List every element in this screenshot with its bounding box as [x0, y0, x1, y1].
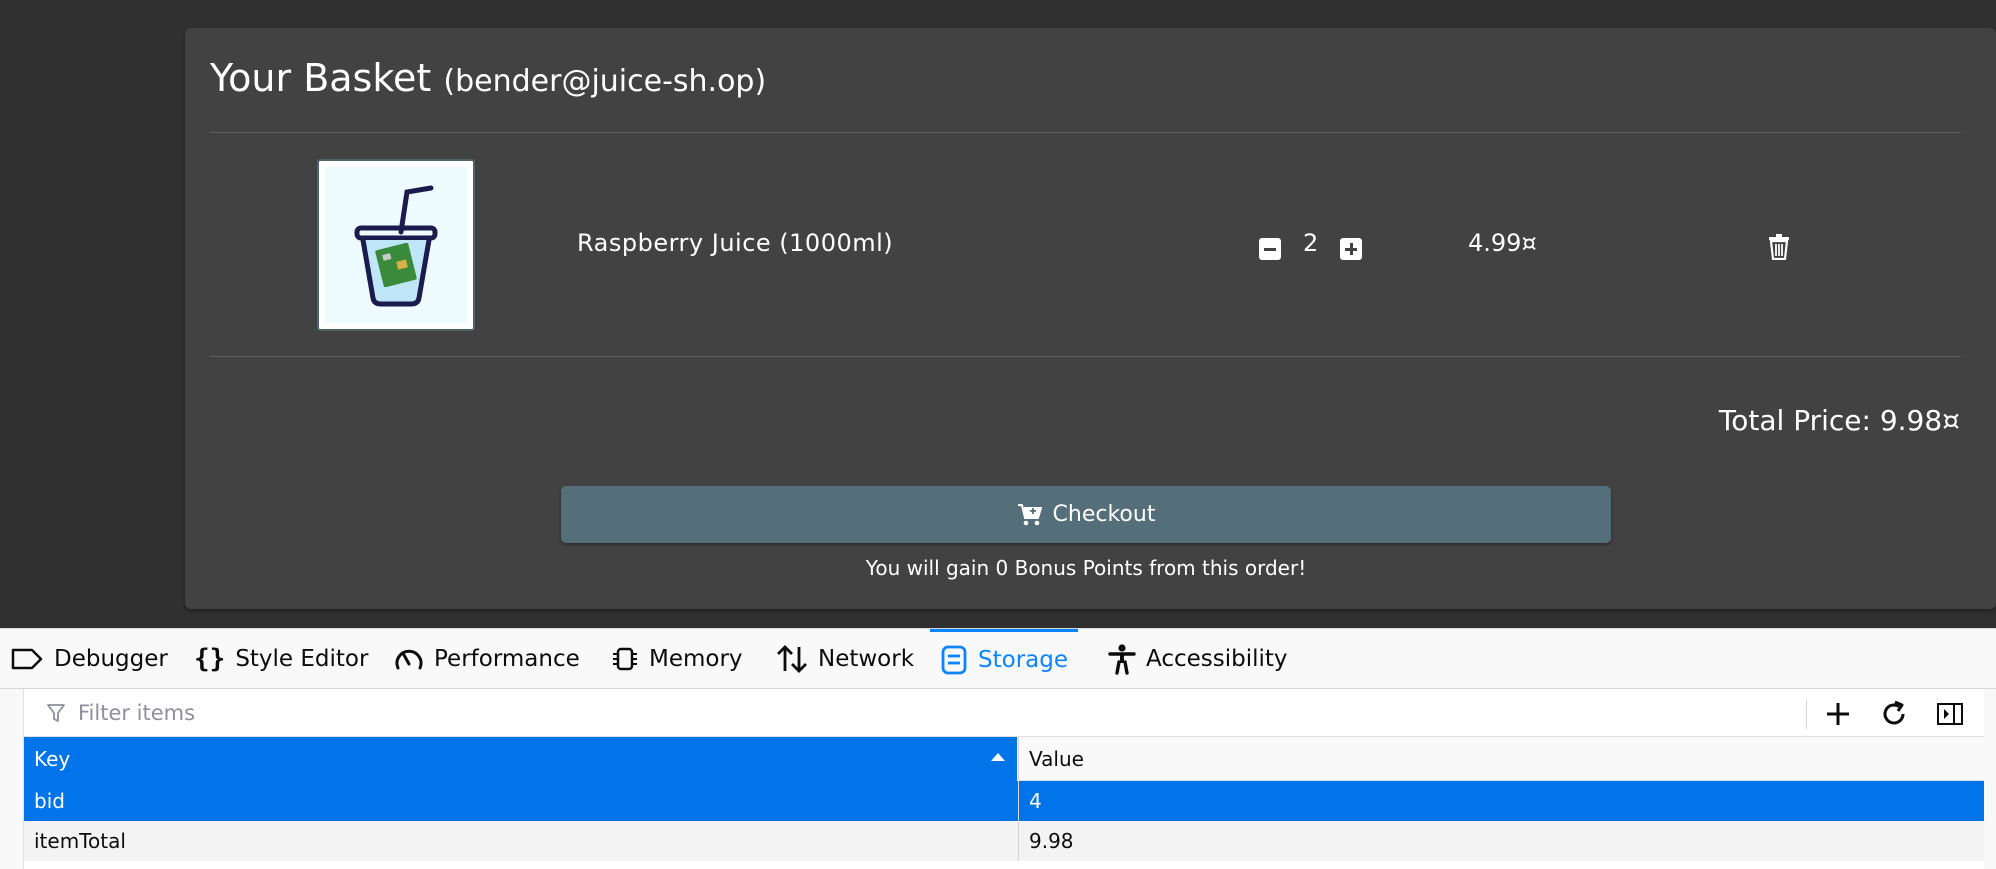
row-value: 4	[1018, 781, 1984, 821]
tab-label: Debugger	[54, 645, 168, 672]
checkout-label: Checkout	[1052, 502, 1156, 527]
tab-label: Storage	[978, 647, 1068, 673]
tab-accessibility[interactable]: Accessibility	[1098, 629, 1298, 688]
tab-performance[interactable]: Performance	[384, 629, 590, 688]
table-row[interactable]: itemTotal 9.98	[24, 821, 1984, 861]
devtools-tab-bar: Debugger {} Style Editor Performance Mem…	[0, 629, 1996, 689]
page-title: Your Basket (bender@juice-sh.op)	[210, 56, 766, 100]
storage-table: Key Value bid 4 itemTotal 9.98	[24, 737, 1984, 869]
gauge-icon	[395, 649, 423, 669]
divider	[210, 356, 1961, 357]
basket-card: Your Basket (bender@juice-sh.op) Raspber…	[185, 28, 1996, 609]
tab-network[interactable]: Network	[766, 629, 924, 688]
row-key: bid	[34, 789, 65, 813]
quantity-value: 2	[1303, 229, 1319, 257]
basket-title: Your Basket	[210, 56, 432, 100]
product-name: Raspberry Juice (1000ml)	[577, 229, 894, 257]
sort-ascending-icon	[991, 753, 1005, 761]
refresh-icon	[1883, 700, 1905, 725]
tab-style-editor[interactable]: {} Style Editor	[184, 629, 378, 688]
column-label: Value	[1029, 747, 1084, 771]
item-price: 4.99¤	[1468, 229, 1537, 257]
column-label: Key	[34, 747, 71, 771]
bonus-points-text: You will gain 0 Bonus Points from this o…	[865, 556, 1307, 580]
app-page: Your Basket (bender@juice-sh.op) Raspber…	[0, 0, 1996, 628]
storage-icon	[941, 645, 967, 675]
filter-input[interactable]	[78, 697, 878, 729]
add-item-button[interactable]	[1822, 699, 1854, 729]
tab-label: Memory	[649, 645, 743, 672]
toolbar-separator	[1806, 699, 1807, 729]
tab-memory[interactable]: Memory	[601, 629, 753, 688]
sidebar-toggle-icon	[1937, 703, 1963, 725]
braces-icon: {}	[194, 643, 226, 674]
plus-icon	[1827, 703, 1849, 725]
chip-icon	[613, 647, 637, 670]
juice-cup-icon	[354, 185, 438, 307]
table-header: Key Value	[24, 737, 1984, 781]
accessibility-icon	[1108, 643, 1136, 675]
filter-bar	[24, 689, 1984, 737]
filter-icon	[47, 704, 65, 722]
tab-label: Network	[818, 645, 915, 672]
cart-icon	[1017, 503, 1042, 525]
row-key: itemTotal	[34, 829, 126, 853]
sidebar-gutter	[0, 689, 24, 869]
minus-icon	[1264, 247, 1276, 251]
tab-debugger[interactable]: Debugger	[0, 629, 178, 688]
column-header-key[interactable]: Key	[24, 737, 1017, 781]
decrease-quantity-button[interactable]	[1259, 238, 1281, 260]
devtools-panel: Debugger {} Style Editor Performance Mem…	[0, 628, 1996, 869]
table-row[interactable]: bid 4	[24, 781, 1984, 821]
total-price: Total Price: 9.98¤	[1718, 404, 1960, 437]
checkout-button[interactable]: Checkout	[561, 486, 1611, 543]
tab-storage[interactable]: Storage	[930, 629, 1078, 688]
tab-label: Style Editor	[235, 645, 369, 672]
product-image	[317, 159, 475, 331]
toggle-sidebar-button[interactable]	[1934, 699, 1966, 729]
divider	[210, 132, 1961, 133]
column-header-value[interactable]: Value	[1018, 737, 1984, 781]
tab-label: Performance	[434, 645, 580, 672]
user-email: (bender@juice-sh.op)	[443, 64, 767, 99]
trash-icon	[1769, 234, 1789, 261]
arrows-updown-icon	[777, 644, 807, 673]
refresh-button[interactable]	[1878, 699, 1910, 729]
increase-quantity-button[interactable]	[1340, 238, 1362, 260]
tab-label: Accessibility	[1146, 645, 1288, 672]
row-value: 9.98	[1018, 821, 1984, 861]
debugger-icon	[11, 648, 43, 669]
delete-item-button[interactable]	[1768, 234, 1794, 264]
